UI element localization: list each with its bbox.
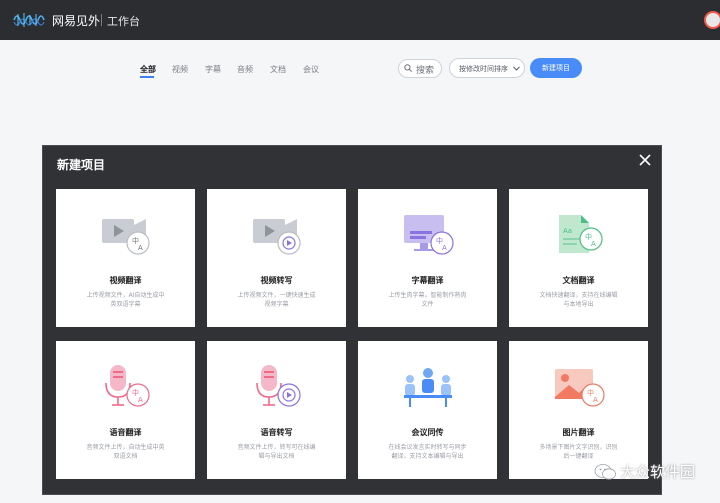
brand-divider (101, 14, 102, 26)
card-description: 上传视频文件，一键快速生成视频字幕 (237, 292, 316, 308)
card-video-translate[interactable]: 中 A 视频翻译 上传视频文件，AI自动生成中英双语字幕 (56, 189, 195, 327)
wechat-icon (594, 464, 616, 480)
tab-meeting[interactable]: 会议 (303, 64, 319, 75)
modal-title: 新建项目 (57, 158, 106, 172)
card-title: 文档翻译 (562, 276, 595, 285)
card-title: 图片翻译 (562, 428, 595, 437)
workspace-title: 工作台 (107, 15, 140, 28)
card-description: 文档快速翻译，支持在线编辑与本地导出 (539, 292, 618, 308)
active-tab-indicator (140, 76, 154, 78)
netease-jianwai-logo[interactable] (12, 10, 48, 30)
card-title: 语音转写 (260, 428, 293, 437)
chevron-down-icon (513, 66, 520, 71)
subtitle-translate-icon: 中 A (404, 215, 454, 255)
tab-subtitle[interactable]: 字幕 (205, 64, 221, 75)
card-title: 视频转写 (260, 276, 293, 285)
new-project-modal: 新建项目 中 A 视频翻译 上传视频文件，AI自动生成中英双语字幕 视频转写 上… (42, 145, 662, 495)
card-subtitle-translate[interactable]: 中 A 字幕翻译 上传生肉字幕，智能制作熟肉文件 (358, 189, 497, 327)
video-translate-icon: 中 A (102, 219, 150, 255)
card-title: 语音翻译 (109, 428, 142, 437)
audio-transcribe-icon (256, 365, 301, 407)
video-transcribe-icon (253, 219, 301, 255)
svg-text:A: A (593, 396, 598, 404)
new-project-button[interactable]: 新建项目 (530, 58, 582, 78)
tab-document[interactable]: 文档 (270, 64, 286, 75)
card-title: 字幕翻译 (411, 276, 444, 285)
brand-name: 网易见外 (52, 14, 101, 28)
sort-dropdown[interactable]: 按修改时间排序 (449, 58, 525, 78)
card-meeting-interpret[interactable]: 会议同传 在线会议发言实时转写与同步翻译，支持文本编辑与导出 (358, 341, 497, 479)
search-label: 搜索 (416, 66, 435, 76)
card-audio-translate[interactable]: 中 A 语音翻译 音频文件上传，自动生成中英双语文档 (56, 341, 195, 479)
card-description: 上传视频文件，AI自动生成中英双语字幕 (86, 292, 165, 308)
svg-text:Aa: Aa (563, 227, 572, 235)
card-description: 上传生肉字幕，智能制作熟肉文件 (388, 292, 467, 308)
card-title: 视频翻译 (109, 276, 142, 285)
card-title: 会议同传 (411, 428, 444, 437)
close-icon[interactable] (639, 154, 651, 166)
new-project-label: 新建项目 (542, 64, 570, 72)
meeting-interpret-icon (404, 368, 452, 407)
card-description: 音频文件上传，转写可在线编辑与导出文档 (237, 444, 316, 460)
top-bar: 网易见外 工作台 (0, 0, 720, 40)
watermark-text: 大众软件园 (620, 463, 696, 481)
image-translate-icon: 中 A (555, 369, 605, 407)
document-translate-icon: Aa 中 A (559, 215, 603, 253)
card-document-translate[interactable]: Aa 中 A 文档翻译 文档快速翻译，支持在线编辑与本地导出 (509, 189, 648, 327)
audio-translate-icon: 中 A (105, 365, 150, 407)
card-video-transcribe[interactable]: 视频转写 上传视频文件，一键快速生成视频字幕 (207, 189, 346, 327)
tab-all[interactable]: 全部 (140, 64, 156, 75)
svg-text:A: A (138, 396, 143, 404)
card-description: 音频文件上传，自动生成中英双语文档 (86, 444, 165, 460)
user-avatar[interactable] (704, 11, 720, 29)
tab-video[interactable]: 视频 (172, 64, 188, 75)
card-description: 在线会议发言实时转写与同步翻译，支持文本编辑与导出 (388, 444, 467, 460)
svg-text:A: A (442, 244, 447, 252)
search-box[interactable]: 搜索 (398, 59, 442, 78)
search-icon (404, 64, 412, 72)
card-audio-transcribe[interactable]: 语音转写 音频文件上传，转写可在线编辑与导出文档 (207, 341, 346, 479)
svg-text:A: A (138, 244, 143, 252)
svg-text:A: A (591, 240, 596, 248)
tab-audio[interactable]: 音频 (237, 64, 253, 75)
sort-label: 按修改时间排序 (459, 65, 508, 73)
watermark: 大众软件园 (586, 458, 720, 486)
